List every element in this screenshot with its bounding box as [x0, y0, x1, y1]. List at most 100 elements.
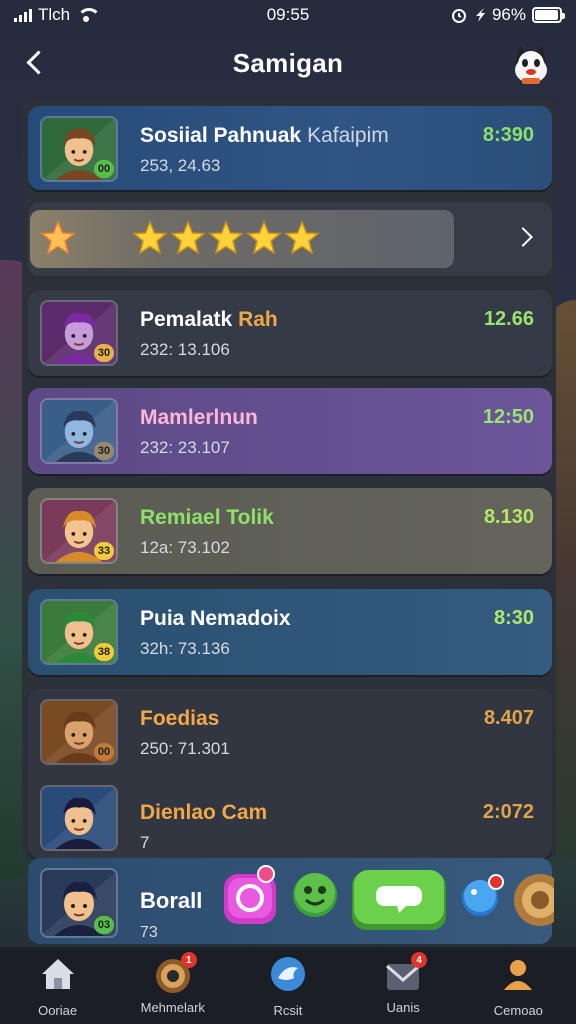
player-stats: 73: [140, 924, 158, 941]
player-row[interactable]: 30 Mamlerlnun 232: 23.107 12:50: [28, 388, 552, 474]
player-name-text: Foedias: [140, 707, 220, 730]
pink-potion-bubble-icon[interactable]: [218, 862, 282, 928]
player-row[interactable]: 00 Foedias 250: 71.301 8.407 Dienlao Cam 7 2:0…: [28, 689, 552, 859]
player-row[interactable]: 30 Pemalatk Rah 232: 13.106 12.66: [28, 290, 552, 376]
player-score: 8.130: [483, 506, 534, 528]
player-score: 8:390: [482, 124, 534, 146]
player-score: 12.66: [483, 308, 534, 330]
player-stats: 7: [140, 833, 150, 852]
nav-label: Ooriae: [38, 1002, 78, 1018]
player-name-text: Pemalatk: [140, 308, 233, 331]
player-stats: 253, 24.63: [140, 156, 221, 175]
level-badge: 00: [94, 160, 114, 178]
player-avatar: [40, 785, 118, 851]
player-score: 12:50: [482, 406, 534, 428]
player-score: 2:072: [482, 801, 534, 823]
target-icon[interactable]: 1: [153, 952, 197, 996]
nav-item-mehmelark[interactable]: 1 Mehmelark: [118, 952, 228, 1015]
blue-orb-bubble-icon[interactable]: [458, 872, 506, 920]
header: Samigan: [0, 30, 576, 96]
player-stats: 250: 71.301: [140, 739, 230, 758]
chevron-right-icon[interactable]: [513, 227, 533, 247]
level-badge: 00: [94, 743, 114, 761]
nav-label: Uanis: [386, 1000, 420, 1015]
level-badge: 30: [94, 442, 114, 460]
player-name: Foedias: [140, 707, 219, 731]
notification-badge: 1: [180, 952, 197, 968]
nav-item-home[interactable]: Ooriae: [3, 954, 113, 1018]
player-name-text: Sosiial Pahnuak: [140, 124, 302, 147]
battery-icon: [532, 7, 565, 23]
player-row[interactable]: 00 Sosiial Pahnuak Kafaipim 253, 24.63 8:390: [28, 106, 552, 190]
level-badge: 38: [94, 643, 114, 661]
signal-icon: [14, 8, 32, 22]
alarm-icon: [451, 9, 466, 23]
nav-label: Mehmelark: [140, 1000, 205, 1015]
status-bar: Tlch 09:55 96%: [0, 0, 576, 30]
nav-item-uanis[interactable]: 4 Uanis: [348, 952, 458, 1015]
player-score: 8:30: [493, 607, 534, 629]
player-tag: Kafaipim: [307, 124, 389, 147]
nav-label: Rcsit: [273, 1002, 303, 1018]
player-avatar: 30: [40, 300, 118, 366]
mail-icon[interactable]: 4: [383, 952, 428, 996]
player-row[interactable]: 33 Remiael Tolik 12a: 73.102 8.130: [28, 488, 552, 574]
player-name: Borall: [140, 888, 203, 913]
player-name: Remiael Tolik: [140, 506, 274, 530]
player-name: Puia Nemadoix: [140, 607, 291, 631]
bird-icon[interactable]: [268, 954, 308, 994]
notification-badge: 4: [411, 952, 428, 968]
player-name: Mamlerlnun: [140, 406, 258, 430]
nav-item-rcsit[interactable]: Rcsit: [233, 954, 343, 1018]
player-avatar: 33: [40, 498, 118, 564]
player-name-text: Puia Nemadoix: [140, 607, 291, 630]
status-right: 96%: [450, 5, 565, 25]
level-badge: 03: [94, 916, 114, 934]
player-stats: 12a: 73.102: [140, 538, 230, 557]
location-icon: [475, 8, 485, 22]
nav-label: Cemoao: [493, 1002, 543, 1018]
player-row-borall[interactable]: 03 Borall 73: [28, 858, 554, 944]
player-avatar: 30: [40, 398, 118, 464]
player-avatar: 38: [40, 599, 118, 665]
battery-percent: 96%: [491, 5, 526, 24]
player-stats: 32h: 73.136: [140, 639, 230, 658]
player-name-text: Remiael Tolik: [140, 506, 274, 529]
rating-star-icon: [208, 220, 244, 256]
player-name: Sosiial Pahnuak Kafaipim: [140, 124, 389, 148]
home-icon[interactable]: [38, 954, 78, 994]
player-row[interactable]: Dienlao Cam 7 2:072: [28, 785, 552, 859]
player-name: Dienlao Cam: [140, 801, 268, 824]
player-name-accent: Rah: [238, 308, 278, 331]
rating-star-icon: [246, 220, 282, 256]
rating-star-icon: [284, 220, 320, 256]
clock: 09:55: [266, 5, 310, 24]
green-creature-bubble-icon[interactable]: [290, 868, 340, 918]
carrier-label: Tlch: [38, 5, 71, 24]
page-title: Samigan: [232, 47, 344, 78]
player-avatar: 03: [40, 868, 118, 938]
player-stats: 232: 13.106: [140, 340, 230, 359]
player-name: Pemalatk Rah: [140, 308, 278, 332]
rating-star-icon: [132, 220, 168, 256]
player-stats: 232: 23.107: [140, 438, 230, 457]
rating-row[interactable]: [28, 202, 552, 276]
mascot-avatar-icon[interactable]: [508, 40, 554, 86]
coin-bubble-icon[interactable]: [510, 870, 554, 930]
back-button[interactable]: [22, 48, 52, 78]
player-name-text: Mamlerlnun: [140, 406, 258, 429]
nav-item-cemoao[interactable]: Cemoao: [463, 954, 573, 1018]
chat-button-icon[interactable]: [350, 868, 448, 932]
rating-star-icon: [170, 220, 206, 256]
wifi-icon: [76, 8, 102, 22]
level-badge: 33: [94, 542, 114, 560]
level-badge: 30: [94, 344, 114, 362]
profile-icon[interactable]: [498, 954, 538, 994]
status-left: Tlch: [14, 5, 102, 25]
featured-star-icon: [40, 220, 76, 256]
player-row[interactable]: 38 Puia Nemadoix 32h: 73.136 8:30: [28, 589, 552, 675]
player-score: 8.407: [483, 707, 534, 729]
bottom-nav: Ooriae 1 Mehmelark Rcsit 4 Uanis Cemoao: [0, 946, 576, 1024]
player-avatar: 00: [40, 699, 118, 765]
player-avatar: 00: [40, 116, 118, 182]
